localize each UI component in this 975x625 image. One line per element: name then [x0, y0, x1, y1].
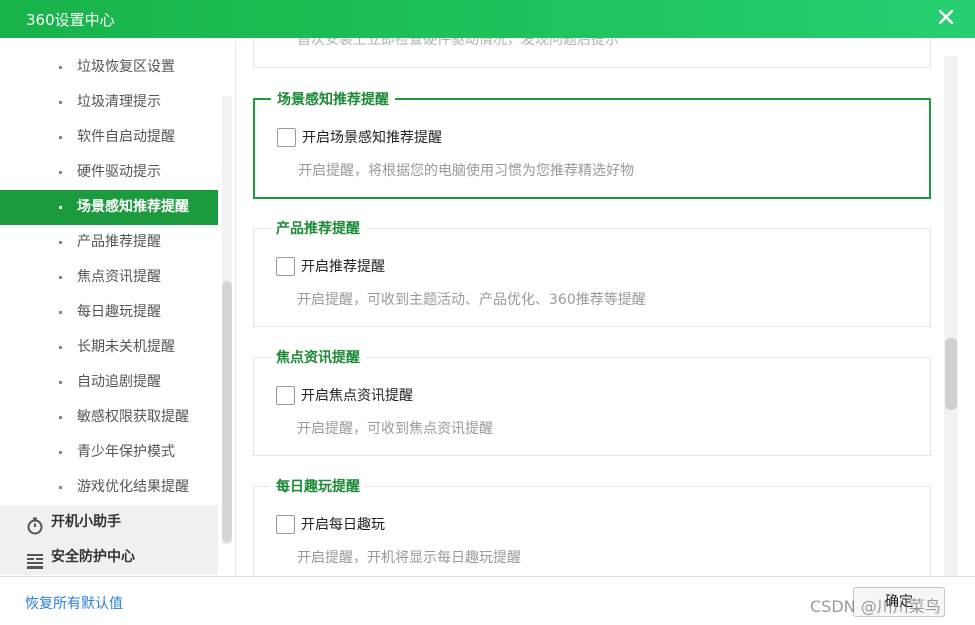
section-legend: 场景感知推荐提醒 [271, 91, 395, 109]
sidebar-item-label: 垃圾恢复区设置 [77, 59, 175, 75]
settings-section-partial: 首次安装上立即检查硬件驱动情况，发现问题后提示 [253, 38, 931, 68]
bullet-icon [59, 381, 62, 384]
settings-section-scene-recommend: 场景感知推荐提醒 开启场景感知推荐提醒 开启提醒，将根据您的电脑使用习惯为您推荐… [253, 91, 931, 199]
checkbox[interactable] [276, 257, 295, 276]
bullet-icon [59, 241, 62, 244]
settings-section-product-recommend: 产品推荐提醒 开启推荐提醒 开启提醒，可收到主题活动、产品优化、360推荐等提醒 [253, 220, 931, 327]
bullet-icon [59, 416, 62, 419]
sidebar-item-product-recommend[interactable]: 产品推荐提醒 [0, 225, 218, 260]
watermark-text: CSDN @川川菜鸟 [810, 597, 941, 616]
title-bar: 360设置中心 [0, 0, 975, 38]
checkbox[interactable] [276, 515, 295, 534]
content-scrollbar[interactable] [944, 56, 958, 576]
sidebar-item-label: 游戏优化结果提醒 [77, 479, 189, 495]
section-description: 开启提醒，开机将显示每日趣玩提醒 [297, 550, 521, 566]
sidebar-item-label: 软件自启动提醒 [77, 129, 175, 145]
sidebar-item-long-uptime[interactable]: 长期未关机提醒 [0, 330, 218, 365]
section-legend: 焦点资讯提醒 [270, 349, 366, 367]
sidebar-item-teen-mode[interactable]: 青少年保护模式 [0, 435, 218, 470]
sidebar-item-label: 长期未关机提醒 [77, 339, 175, 355]
window-title: 360设置中心 [26, 11, 115, 29]
section-description: 开启提醒，将根据您的电脑使用习惯为您推荐精选好物 [298, 163, 634, 179]
bullet-icon [59, 171, 62, 174]
settings-content: 首次安装上立即检查硬件驱动情况，发现问题后提示 场景感知推荐提醒 开启场景感知推… [237, 38, 975, 576]
sidebar-item-label: 每日趣玩提醒 [77, 304, 161, 320]
section-description: 开启提醒，可收到主题活动、产品优化、360推荐等提醒 [297, 292, 646, 308]
sidebar: 垃圾恢复区设置 垃圾清理提示 软件自启动提醒 硬件驱动提示 场景感知推荐提醒 产… [0, 38, 236, 576]
reset-defaults-link[interactable]: 恢复所有默认值 [25, 593, 123, 613]
section-legend: 每日趣玩提醒 [270, 478, 366, 496]
sidebar-item-label: 硬件驱动提示 [77, 164, 161, 180]
settings-section-daily-fun: 每日趣玩提醒 开启每日趣玩 开启提醒，开机将显示每日趣玩提醒 [253, 478, 931, 576]
stopwatch-icon [26, 514, 44, 535]
checkbox-label[interactable]: 开启场景感知推荐提醒 [302, 128, 442, 148]
sidebar-item-label: 焦点资讯提醒 [77, 269, 161, 285]
content-scrollbar-thumb[interactable] [945, 338, 957, 410]
sidebar-item-sensitive-permission[interactable]: 敏感权限获取提醒 [0, 400, 218, 435]
close-icon[interactable] [935, 6, 957, 28]
sidebar-item-trash-clean[interactable]: 垃圾清理提示 [0, 85, 218, 120]
sidebar-item-label: 敏感权限获取提醒 [77, 409, 189, 425]
checkbox-label[interactable]: 开启焦点资讯提醒 [301, 386, 413, 406]
bullet-icon [59, 311, 62, 314]
section-description: 开启提醒，可收到焦点资讯提醒 [297, 421, 493, 437]
checkbox-label[interactable]: 开启推荐提醒 [301, 257, 385, 277]
bullet-icon [59, 346, 62, 349]
shield-grid-icon [26, 549, 44, 569]
bullet-icon [59, 451, 62, 454]
sidebar-item-label: 场景感知推荐提醒 [77, 199, 189, 215]
sidebar-item-auto-follow[interactable]: 自动追剧提醒 [0, 365, 218, 400]
bullet-icon [59, 101, 62, 104]
bullet-icon [59, 486, 62, 489]
checkbox-label[interactable]: 开启每日趣玩 [301, 515, 385, 535]
section-legend: 产品推荐提醒 [270, 220, 366, 238]
sidebar-group-boot-assistant[interactable]: 开机小助手 [0, 505, 218, 540]
bullet-icon [59, 136, 62, 139]
checkbox[interactable] [276, 386, 295, 405]
settings-section-focus-news: 焦点资讯提醒 开启焦点资讯提醒 开启提醒，可收到焦点资讯提醒 [253, 349, 931, 456]
sidebar-item-label: 青少年保护模式 [77, 444, 175, 460]
sidebar-item-focus-news[interactable]: 焦点资讯提醒 [0, 260, 218, 295]
bullet-icon [59, 66, 62, 69]
sidebar-item-label: 产品推荐提醒 [77, 234, 161, 250]
sidebar-item-driver[interactable]: 硬件驱动提示 [0, 155, 218, 190]
sidebar-item-game-optimize[interactable]: 游戏优化结果提醒 [0, 470, 218, 505]
bullet-icon [59, 206, 62, 209]
sidebar-item-label: 垃圾清理提示 [77, 94, 161, 110]
sidebar-item-trash-recovery[interactable]: 垃圾恢复区设置 [0, 50, 218, 85]
sidebar-group-label: 开机小助手 [51, 514, 121, 530]
sidebar-scrollbar[interactable] [222, 96, 232, 544]
section-description: 首次安装上立即检查硬件驱动情况，发现问题后提示 [297, 38, 619, 48]
sidebar-group-security-center[interactable]: 安全防护中心 [0, 540, 218, 575]
sidebar-scrollbar-thumb[interactable] [222, 281, 232, 543]
sidebar-item-scene-recommend[interactable]: 场景感知推荐提醒 [0, 190, 218, 225]
bullet-icon [59, 276, 62, 279]
sidebar-item-daily-fun[interactable]: 每日趣玩提醒 [0, 295, 218, 330]
sidebar-item-label: 自动追剧提醒 [77, 374, 161, 390]
checkbox[interactable] [277, 128, 296, 147]
sidebar-group-label: 安全防护中心 [51, 549, 135, 565]
sidebar-item-autostart[interactable]: 软件自启动提醒 [0, 120, 218, 155]
